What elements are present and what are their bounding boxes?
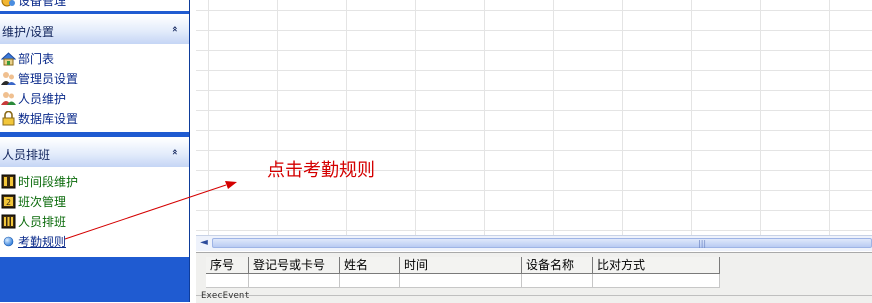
people-icon: [1, 91, 16, 106]
scroll-left-arrow-icon[interactable]: ◄: [198, 237, 210, 249]
nav-item-label: 人员维护: [18, 92, 67, 106]
nav-item-label: 人员排班: [18, 215, 67, 229]
column-header-label: 序号: [210, 258, 235, 272]
section-body-scheduling: 时间段维护 2 班次管理 人员排班 考勤规则: [0, 167, 189, 257]
nav-item-label: 数据库设置: [18, 112, 79, 126]
nav-item-label: 设备管理: [18, 0, 67, 8]
admin-users-icon: [1, 71, 16, 86]
device-icon: [1, 0, 16, 8]
status-label: ExecEvent: [201, 291, 250, 301]
section-title: 人员排班: [2, 148, 51, 162]
section-body-maintenance: 部门表 管理员设置 人员维护 数据库设置: [0, 44, 189, 132]
nav-top-panel: 设备管理: [0, 0, 189, 11]
collapse-chevron-icon[interactable]: «: [166, 145, 180, 159]
column-header[interactable]: 时间: [400, 257, 522, 274]
column-header-label: 设备名称: [526, 258, 575, 272]
column-header-label: 登记号或卡号: [253, 258, 326, 272]
house-icon: [0, 51, 17, 66]
column-header[interactable]: 序号: [206, 257, 249, 274]
navigation-pane: 设备管理 维护/设置 « 部门表 管理员设置 人员维护 数据库设置 人员排班 «…: [0, 0, 190, 302]
collapse-chevron-icon[interactable]: «: [166, 22, 180, 36]
scheduling-icon: [1, 214, 16, 229]
column-header-label: 时间: [404, 258, 429, 272]
time-segment-icon: [1, 174, 16, 189]
table-cell[interactable]: [206, 274, 249, 288]
scrollbar-thumb[interactable]: |||: [212, 238, 872, 248]
annotation-text: 点击考勤规则: [267, 160, 375, 181]
table-cell[interactable]: [249, 274, 340, 288]
table-cell[interactable]: [522, 274, 593, 288]
column-header[interactable]: 姓名: [340, 257, 400, 274]
data-grid-area[interactable]: [196, 0, 872, 235]
horizontal-scrollbar[interactable]: ◄ |||: [196, 235, 872, 251]
column-header-label: 姓名: [344, 258, 369, 272]
section-header-maintenance[interactable]: 维护/设置 «: [0, 14, 189, 44]
column-header-label: 比对方式: [597, 258, 646, 272]
scrollbar-grip-icon: |||: [698, 239, 707, 248]
column-header[interactable]: 登记号或卡号: [249, 257, 340, 274]
shift-icon: 2: [1, 194, 16, 209]
svg-text:2: 2: [6, 198, 11, 207]
column-header[interactable]: 比对方式: [593, 257, 720, 274]
section-title: 维护/设置: [2, 25, 55, 39]
table-cell[interactable]: [340, 274, 400, 288]
nav-item-label: 考勤规则: [18, 235, 67, 249]
lock-icon: [1, 110, 16, 126]
nav-item-label: 部门表: [18, 52, 55, 66]
section-header-scheduling[interactable]: 人员排班 «: [0, 137, 189, 167]
status-divider: [196, 295, 872, 296]
nav-item-label: 时间段维护: [18, 175, 79, 189]
column-header[interactable]: 设备名称: [522, 257, 593, 274]
table-cell[interactable]: [593, 274, 720, 288]
table-cell[interactable]: [400, 274, 522, 288]
nav-item-label: 班次管理: [18, 195, 67, 209]
nav-item-label: 管理员设置: [18, 72, 79, 86]
blue-dot-icon: [1, 234, 16, 249]
